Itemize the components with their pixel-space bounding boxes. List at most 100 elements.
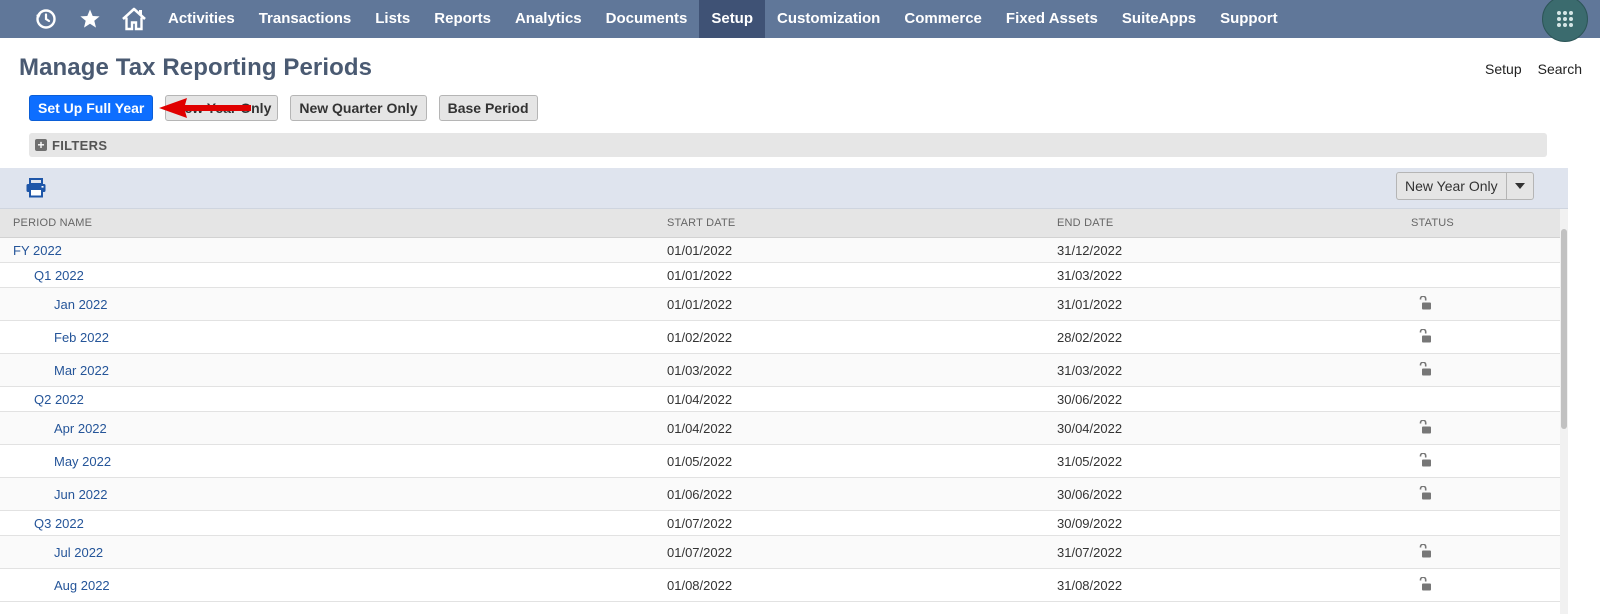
nav-item-fixed-assets[interactable]: Fixed Assets: [994, 0, 1110, 38]
new-year-only-button[interactable]: New Year Only: [165, 95, 279, 121]
new-year-only-split-button[interactable]: New Year Only: [1396, 172, 1534, 200]
end-date-cell: 31/08/2022: [1057, 568, 1400, 602]
start-date-cell: 01/05/2022: [667, 444, 1057, 478]
unlocked-icon[interactable]: [1418, 484, 1432, 503]
end-date-cell: 31/12/2022: [1057, 237, 1400, 263]
expand-plus-icon[interactable]: +: [35, 139, 47, 151]
table-row: Apr 2022 01/04/2022 30/04/2022: [0, 411, 1560, 445]
period-name-link[interactable]: Apr 2022: [13, 421, 107, 436]
status-cell: [1400, 568, 1560, 602]
scrollbar-thumb[interactable]: [1561, 229, 1567, 429]
period-name-link[interactable]: Q2 2022: [13, 392, 84, 407]
unlocked-icon[interactable]: [1418, 418, 1432, 437]
table-row: Mar 2022 01/03/2022 31/03/2022: [0, 353, 1560, 387]
start-date-cell: 01/08/2022: [667, 568, 1057, 602]
caret-down-icon[interactable]: [1505, 173, 1533, 199]
start-date-cell: 01/02/2022: [667, 320, 1057, 354]
split-button-label[interactable]: New Year Only: [1397, 173, 1506, 199]
status-cell: [1400, 477, 1560, 511]
new-quarter-only-button[interactable]: New Quarter Only: [290, 95, 427, 121]
setup-link[interactable]: Setup: [1485, 61, 1522, 77]
status-cell: [1400, 411, 1560, 445]
vertical-scrollbar[interactable]: [1560, 209, 1568, 614]
print-icon[interactable]: [25, 178, 47, 203]
set-up-full-year-button[interactable]: Set Up Full Year: [29, 95, 154, 121]
period-name-link[interactable]: Jul 2022: [13, 545, 103, 560]
nav-item-transactions[interactable]: Transactions: [247, 0, 364, 38]
status-cell: [1400, 444, 1560, 478]
end-date-cell: 30/09/2022: [1057, 510, 1400, 536]
end-date-cell: 31/05/2022: [1057, 444, 1400, 478]
table-row: Q2 2022 01/04/2022 30/06/2022: [0, 386, 1560, 412]
status-cell: [1400, 287, 1560, 321]
unlocked-icon[interactable]: [1418, 327, 1432, 346]
period-name-link[interactable]: Mar 2022: [13, 363, 109, 378]
period-name-link[interactable]: Aug 2022: [13, 578, 110, 593]
period-name-cell: Apr 2022: [0, 411, 667, 445]
table-row: Q1 2022 01/01/2022 31/03/2022: [0, 262, 1560, 288]
base-period-button[interactable]: Base Period: [438, 95, 538, 121]
nav-item-support[interactable]: Support: [1208, 0, 1290, 38]
tax-periods-list: PERIOD NAME START DATE END DATE STATUS F…: [0, 209, 1560, 614]
top-navigation-bar: Activities Transactions Lists Reports Analyt…: [0, 0, 1600, 42]
period-name-link[interactable]: Q1 2022: [13, 268, 84, 283]
period-name-link[interactable]: Jun 2022: [13, 487, 108, 502]
apps-launcher-icon[interactable]: [1542, 0, 1588, 42]
period-name-link[interactable]: Feb 2022: [13, 330, 109, 345]
end-date-cell: 30/06/2022: [1057, 386, 1400, 412]
period-name-cell: Feb 2022: [0, 320, 667, 354]
nav-item-customization[interactable]: Customization: [765, 0, 892, 38]
end-date-cell: 30/04/2022: [1057, 411, 1400, 445]
period-name-link[interactable]: Jan 2022: [13, 297, 108, 312]
table-row: Jun 2022 01/06/2022 30/06/2022: [0, 477, 1560, 511]
end-date-cell: 31/01/2022: [1057, 287, 1400, 321]
nav-item-analytics[interactable]: Analytics: [503, 0, 594, 38]
star-icon[interactable]: [68, 0, 112, 38]
table-row: Jul 2022 01/07/2022 31/07/2022: [0, 535, 1560, 569]
period-name-link[interactable]: May 2022: [13, 454, 111, 469]
end-date-cell: 30/06/2022: [1057, 477, 1400, 511]
search-link[interactable]: Search: [1538, 61, 1582, 77]
unlocked-icon[interactable]: [1418, 451, 1432, 470]
column-header-status[interactable]: STATUS: [1400, 209, 1560, 238]
period-name-link[interactable]: Q3 2022: [13, 516, 84, 531]
nav-item-suiteapps[interactable]: SuiteApps: [1110, 0, 1208, 38]
period-name-cell: Mar 2022: [0, 353, 667, 387]
period-name-cell: May 2022: [0, 444, 667, 478]
period-name-link[interactable]: FY 2022: [13, 243, 62, 258]
table-row: FY 2022 01/01/2022 31/12/2022: [0, 237, 1560, 263]
home-icon[interactable]: [112, 0, 156, 38]
start-date-cell: 01/01/2022: [667, 262, 1057, 288]
status-cell: [1400, 535, 1560, 569]
nav-menu: Activities Transactions Lists Reports Analyt…: [156, 0, 1290, 38]
table-body: FY 2022 01/01/2022 31/12/2022 Q1 2022 01/01/…: [0, 237, 1560, 602]
column-header-start-date[interactable]: START DATE: [667, 209, 1057, 238]
start-date-cell: 01/07/2022: [667, 535, 1057, 569]
action-button-row: Set Up Full Year New Year Only New Quart…: [29, 95, 538, 121]
start-date-cell: 01/01/2022: [667, 237, 1057, 263]
page-links: Setup Search: [1485, 61, 1582, 77]
page-title: Manage Tax Reporting Periods: [19, 54, 373, 81]
nav-item-setup[interactable]: Setup: [699, 0, 766, 38]
period-name-cell: Q1 2022: [0, 262, 667, 288]
status-cell: [1400, 320, 1560, 354]
nav-item-lists[interactable]: Lists: [363, 0, 422, 38]
nav-item-reports[interactable]: Reports: [422, 0, 503, 38]
table-header-row: PERIOD NAME START DATE END DATE STATUS: [0, 209, 1560, 238]
column-header-end-date[interactable]: END DATE: [1057, 209, 1400, 238]
end-date-cell: 31/07/2022: [1057, 535, 1400, 569]
period-name-cell: Jan 2022: [0, 287, 667, 321]
recent-records-icon[interactable]: [24, 0, 68, 38]
unlocked-icon[interactable]: [1418, 542, 1432, 561]
unlocked-icon[interactable]: [1418, 360, 1432, 379]
nav-item-activities[interactable]: Activities: [156, 0, 247, 38]
period-name-cell: Q3 2022: [0, 510, 667, 536]
filters-bar[interactable]: + FILTERS: [29, 133, 1547, 157]
column-header-period-name[interactable]: PERIOD NAME: [0, 209, 667, 238]
nav-item-documents[interactable]: Documents: [594, 0, 700, 38]
nav-item-commerce[interactable]: Commerce: [892, 0, 994, 38]
filters-label: FILTERS: [52, 137, 108, 153]
table-row: Aug 2022 01/08/2022 31/08/2022: [0, 568, 1560, 602]
unlocked-icon[interactable]: [1418, 294, 1432, 313]
unlocked-icon[interactable]: [1418, 575, 1432, 594]
